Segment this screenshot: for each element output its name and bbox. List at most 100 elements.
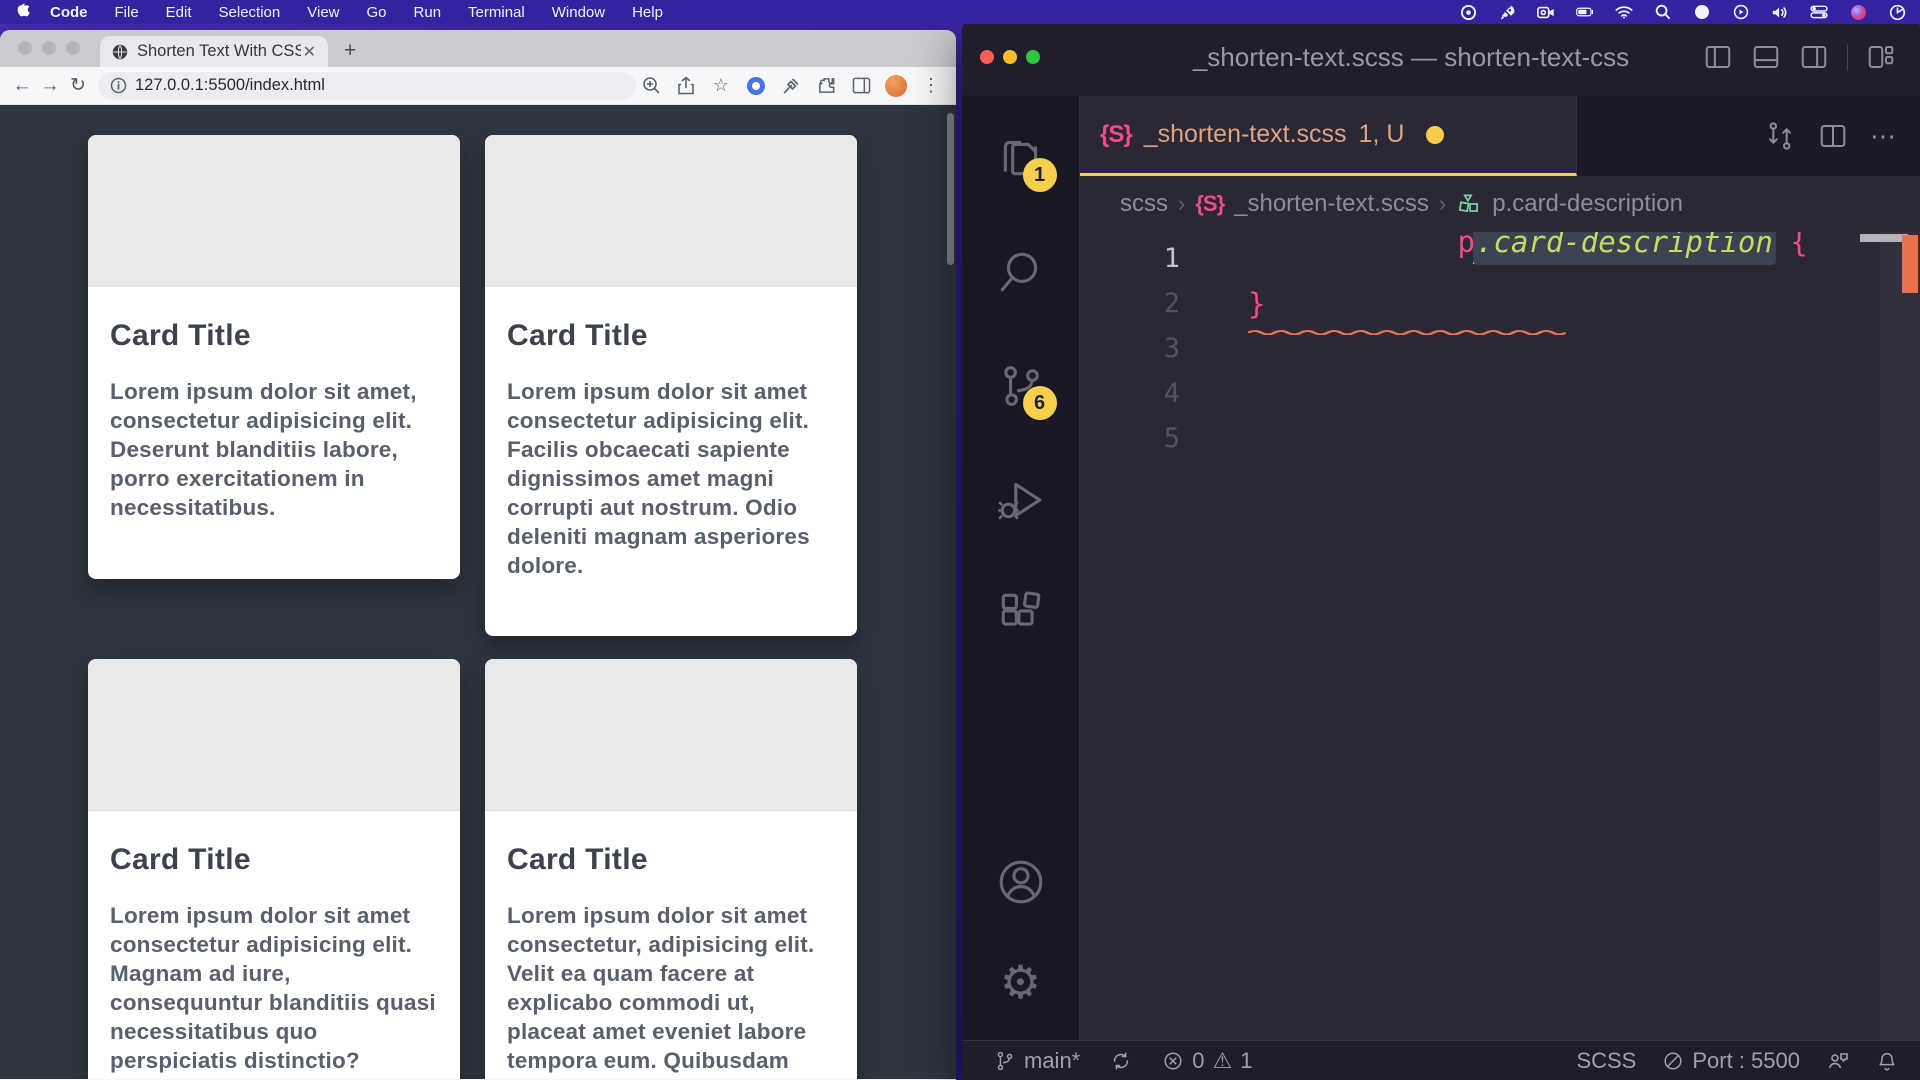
do-not-disturb-icon[interactable] <box>1693 3 1711 21</box>
menu-item-go[interactable]: Go <box>367 4 387 21</box>
more-actions-icon[interactable]: ⋯ <box>1870 121 1898 152</box>
menu-item-terminal[interactable]: Terminal <box>468 4 525 21</box>
menu-item-view[interactable]: View <box>307 4 339 21</box>
toggle-panel-icon[interactable] <box>1751 42 1781 72</box>
status-bar: main* 0 ⚠ 1 SCSS Port : <box>962 1040 1920 1080</box>
control-center-icon[interactable] <box>1810 3 1828 21</box>
browser-traffic-lights <box>18 41 80 55</box>
git-branch-status[interactable]: main* <box>984 1048 1090 1074</box>
line-number: 5 <box>1080 423 1180 454</box>
minimize-window-button[interactable] <box>1003 50 1017 64</box>
breadcrumb-file[interactable]: _shorten-text.scss <box>1234 190 1429 218</box>
maximize-window-button[interactable] <box>66 41 80 55</box>
editor-tab[interactable]: {S} _shorten-text.scss 1, U <box>1080 96 1577 176</box>
siri-icon[interactable] <box>1849 3 1867 21</box>
activity-search[interactable] <box>993 244 1049 300</box>
battery-icon[interactable] <box>1576 3 1594 21</box>
tab-close-icon[interactable]: ✕ <box>301 42 318 62</box>
activity-extensions[interactable] <box>993 586 1049 642</box>
share-icon[interactable] <box>675 75 697 97</box>
line-number: 4 <box>1080 378 1180 409</box>
breadcrumbs: scss › {S} _shorten-text.scss › p.card-d… <box>1080 176 1920 232</box>
menu-item-edit[interactable]: Edit <box>166 4 192 21</box>
record-icon[interactable] <box>1459 3 1477 21</box>
menu-item-window[interactable]: Window <box>552 4 605 21</box>
customize-layout-icon[interactable] <box>1866 42 1896 72</box>
feedback-icon[interactable] <box>1826 1049 1850 1073</box>
ruler-cursor-marker <box>1860 234 1908 242</box>
card-image-placeholder <box>88 135 460 287</box>
toggle-secondary-sidebar-icon[interactable] <box>1799 42 1829 72</box>
line-number: 3 <box>1080 333 1180 364</box>
clock-icon[interactable] <box>1888 3 1906 21</box>
reload-button[interactable]: ↻ <box>66 72 90 100</box>
wifi-icon[interactable] <box>1615 3 1633 21</box>
line-number: 1 <box>1080 243 1180 274</box>
rocket-icon[interactable] <box>1498 3 1516 21</box>
activity-bar: 1 6 ⚙ <box>962 96 1080 1040</box>
layout-controls <box>1703 42 1896 72</box>
unsaved-dot-icon[interactable] <box>1426 126 1444 144</box>
live-server-port[interactable]: Port : 5500 <box>1662 1048 1800 1074</box>
notifications-bell-icon[interactable] <box>1876 1049 1898 1073</box>
card-description: Lorem ipsum dolor sit amet consectetur, … <box>507 901 835 1079</box>
profile-avatar[interactable] <box>885 75 907 97</box>
maximize-window-button[interactable] <box>1026 50 1040 64</box>
minimize-window-button[interactable] <box>42 41 56 55</box>
new-tab-button[interactable]: + <box>344 41 356 61</box>
apple-logo-icon[interactable] <box>14 3 30 21</box>
chevron-right-icon: › <box>1178 191 1185 217</box>
browser-tab[interactable]: Shorten Text With CSS ✕ <box>100 36 328 67</box>
code-editor[interactable]: 1 p.card-description { 2 } 3 4 <box>1080 232 1920 1040</box>
extension-badge-icon[interactable] <box>745 75 767 97</box>
colorpicker-icon[interactable] <box>780 75 802 97</box>
problems-status[interactable]: 0 ⚠ 1 <box>1152 1048 1262 1074</box>
error-icon <box>1162 1050 1184 1072</box>
close-window-button[interactable] <box>980 50 994 64</box>
browser-menu-icon[interactable]: ⋮ <box>920 75 942 97</box>
activity-account[interactable] <box>993 854 1049 910</box>
site-info-icon[interactable] <box>110 77 127 94</box>
toggle-sidebar-icon[interactable] <box>1703 42 1733 72</box>
zoom-icon[interactable] <box>640 75 662 97</box>
address-bar[interactable]: 127.0.0.1:5500/index.html <box>98 72 636 100</box>
menu-item-code[interactable]: Code <box>50 4 88 21</box>
activity-settings[interactable]: ⚙ <box>993 954 1049 1010</box>
editor-scrollbar[interactable] <box>1880 232 1920 1040</box>
menu-item-help[interactable]: Help <box>632 4 663 21</box>
back-button[interactable]: ← <box>10 72 34 100</box>
card-description: Lorem ipsum dolor sit amet consectetur a… <box>507 377 835 580</box>
card-image-placeholder <box>485 135 857 287</box>
bookmark-star-icon[interactable]: ☆ <box>710 75 732 97</box>
close-window-button[interactable] <box>18 41 32 55</box>
page-scrollbar[interactable] <box>947 113 954 265</box>
menu-item-run[interactable]: Run <box>414 4 442 21</box>
play-circle-icon[interactable] <box>1732 3 1750 21</box>
activity-run-debug[interactable] <box>993 472 1049 528</box>
volume-icon[interactable] <box>1771 3 1789 21</box>
branch-icon <box>994 1049 1016 1073</box>
browser-window: Shorten Text With CSS ✕ + ← → ↻ 127.0.0.… <box>0 30 956 1080</box>
split-editor-icon[interactable] <box>1818 121 1848 151</box>
menu-item-selection[interactable]: Selection <box>219 4 281 21</box>
spotlight-search-icon[interactable] <box>1654 3 1672 21</box>
chevron-right-icon: › <box>1439 191 1446 217</box>
extensions-puzzle-icon[interactable] <box>815 75 837 97</box>
open-brace-token: { <box>1773 232 1808 259</box>
language-mode[interactable]: SCSS <box>1576 1048 1636 1074</box>
open-changes-icon[interactable] <box>1764 120 1796 152</box>
breadcrumb-folder[interactable]: scss <box>1120 190 1168 218</box>
line-number: 2 <box>1080 288 1180 319</box>
forward-button[interactable]: → <box>38 72 62 100</box>
sync-status[interactable] <box>1100 1050 1142 1072</box>
card-title: Card Title <box>507 319 835 353</box>
menu-item-file[interactable]: File <box>115 4 139 21</box>
activity-explorer[interactable]: 1 <box>993 130 1049 186</box>
macos-menubar: Code File Edit Selection View Go Run Ter… <box>0 0 1920 24</box>
screen-record-icon[interactable] <box>1537 3 1555 21</box>
error-squiggle <box>1248 328 1566 335</box>
activity-source-control[interactable]: 6 <box>993 358 1049 414</box>
card: Card Title Lorem ipsum dolor sit amet co… <box>485 135 857 636</box>
sidepanel-icon[interactable] <box>850 75 872 97</box>
breadcrumb-symbol[interactable]: p.card-description <box>1492 190 1683 218</box>
